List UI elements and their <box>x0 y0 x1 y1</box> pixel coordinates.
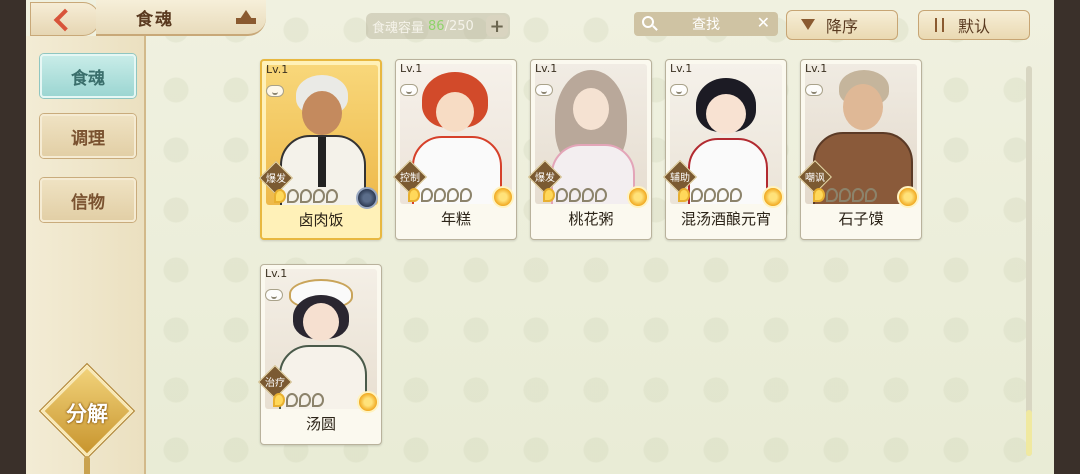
capacity-label: 食魂容量 <box>372 20 425 36</box>
food-soul-card[interactable]: Lv.1 嘲讽 石子馍 <box>798 59 922 240</box>
element-icon <box>357 391 379 413</box>
food-soul-card[interactable]: Lv.1 爆发 卤肉饭 <box>259 59 382 240</box>
card-name: 桃花粥 <box>568 210 614 228</box>
level-label: Lv.1 <box>400 62 423 75</box>
role-label: 辅助 <box>670 173 690 184</box>
add-capacity-button[interactable]: + <box>486 15 508 37</box>
capacity-current: 86 <box>428 18 445 34</box>
scrollbar-track[interactable] <box>1026 66 1032 456</box>
sort-order-label: 降序 <box>825 17 858 36</box>
food-soul-card[interactable]: Lv.1 爆发 桃花粥 <box>528 59 652 240</box>
decompose-label[interactable]: 分解 <box>54 398 120 428</box>
sort-down-icon <box>801 19 815 30</box>
role-label: 爆发 <box>535 173 555 184</box>
capacity-max: 250 <box>448 18 474 34</box>
star-rating <box>273 393 324 409</box>
back-button[interactable] <box>30 2 100 36</box>
element-icon <box>356 187 378 209</box>
level-label: Lv.1 <box>265 267 288 280</box>
sidebar-item-label: 调理 <box>71 128 105 149</box>
left-frame <box>0 0 26 474</box>
element-icon <box>627 186 649 208</box>
search-field[interactable]: 查找 ✕ <box>634 12 778 36</box>
page-title: 食魂 <box>136 9 174 30</box>
scrollbar-thumb[interactable] <box>1026 410 1032 456</box>
card-name: 石子馍 <box>838 210 884 228</box>
view-eye-icon[interactable] <box>670 84 688 96</box>
clear-search-icon[interactable]: ✕ <box>757 13 770 32</box>
food-soul-card[interactable]: Lv.1 控制 年糕 <box>393 59 517 240</box>
view-eye-icon[interactable] <box>400 84 418 96</box>
search-icon <box>642 16 654 28</box>
element-icon <box>897 186 919 208</box>
role-label: 控制 <box>400 173 420 184</box>
level-label: Lv.1 <box>266 63 289 76</box>
search-label: 查找 <box>692 17 720 33</box>
main-panel: 食魂 食魂容量 86 / 250 + 查找 ✕ 降序 默认 食魂 调理 信物 分… <box>26 0 1054 474</box>
food-soul-card[interactable]: Lv.1 辅助 混汤酒酿元宵 <box>663 59 787 240</box>
sidebar: 食魂 调理 信物 分解 <box>26 36 146 474</box>
star-rating <box>678 188 742 204</box>
sidebar-item-food-soul[interactable]: 食魂 <box>40 54 136 98</box>
sidebar-item-cooking[interactable]: 调理 <box>40 114 136 158</box>
level-label: Lv.1 <box>535 62 558 75</box>
food-soul-card[interactable]: Lv.1 治疗 汤圆 <box>258 264 382 445</box>
level-label: Lv.1 <box>670 62 693 75</box>
crown-icon[interactable] <box>236 10 256 24</box>
star-rating <box>543 188 607 204</box>
card-name: 年糕 <box>440 210 471 228</box>
view-eye-icon[interactable] <box>266 85 284 97</box>
star-rating <box>813 188 877 204</box>
element-icon <box>762 186 784 208</box>
level-label: Lv.1 <box>805 62 828 75</box>
back-arrow-icon <box>54 8 76 30</box>
tassel-ornament <box>84 456 90 474</box>
sort-order-button[interactable]: 降序 <box>786 10 898 40</box>
capacity-display: 食魂容量 86 / 250 + <box>366 13 510 39</box>
sidebar-item-token[interactable]: 信物 <box>40 178 136 222</box>
star-rating <box>274 189 338 205</box>
star-rating <box>408 188 472 204</box>
card-name: 混汤酒酿元宵 <box>680 210 771 228</box>
right-frame <box>1054 0 1080 474</box>
view-eye-icon[interactable] <box>265 289 283 301</box>
page-title-tab: 食魂 <box>96 0 266 36</box>
role-label: 嘲讽 <box>805 173 825 184</box>
card-name: 卤肉饭 <box>298 211 344 229</box>
sidebar-item-label: 食魂 <box>71 68 105 89</box>
sidebar-item-label: 信物 <box>71 192 105 213</box>
card-name: 汤圆 <box>305 415 336 433</box>
swap-icon <box>933 18 947 32</box>
view-eye-icon[interactable] <box>805 84 823 96</box>
view-eye-icon[interactable] <box>535 84 553 96</box>
role-label: 爆发 <box>266 174 286 185</box>
element-icon <box>492 186 514 208</box>
sort-type-label: 默认 <box>957 17 990 36</box>
top-bar: 食魂 食魂容量 86 / 250 + 查找 ✕ 降序 默认 <box>26 0 1054 40</box>
sort-type-button[interactable]: 默认 <box>918 10 1030 40</box>
role-label: 治疗 <box>265 378 285 389</box>
